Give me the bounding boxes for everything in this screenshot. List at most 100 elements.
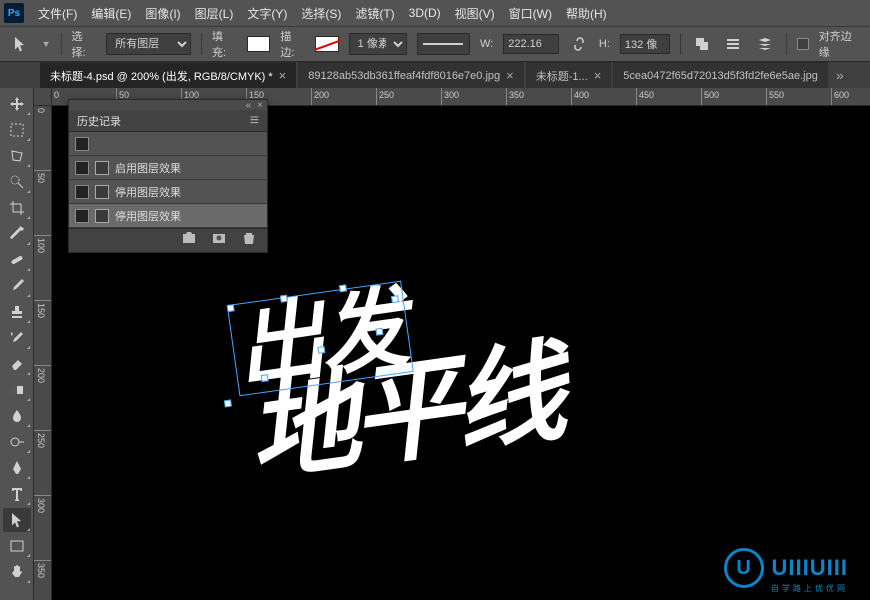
bandage-icon: [9, 252, 25, 268]
watermark: U UIIIUIII 自学路上优优网: [724, 548, 848, 588]
eraser-tool[interactable]: [3, 352, 31, 376]
path-align-button[interactable]: [723, 33, 745, 55]
workspace: 0 50 100 150 200 250 300 350 400 450 500…: [0, 88, 870, 600]
document-icon: [95, 161, 109, 175]
eyedropper-tool[interactable]: [3, 222, 31, 246]
menu-edit[interactable]: 编辑(E): [91, 5, 131, 22]
anchor-point[interactable]: [317, 346, 325, 354]
artwork-text: 出发 地平线: [231, 265, 565, 483]
solid-line-icon: [423, 43, 463, 45]
path-select-tool[interactable]: [3, 508, 31, 532]
move-icon: [9, 96, 25, 112]
watermark-sub: 自学路上优优网: [771, 583, 848, 594]
anchor-point[interactable]: [375, 328, 383, 336]
ruler-vertical[interactable]: 0 50 100 150 200 250 300 350: [34, 106, 52, 600]
camera-icon[interactable]: [211, 230, 227, 251]
shape-tool[interactable]: [3, 534, 31, 558]
anchor-point[interactable]: [280, 295, 288, 303]
width-label: W:: [480, 38, 493, 50]
history-item[interactable]: 停用图层效果: [69, 180, 267, 204]
heal-tool[interactable]: [3, 248, 31, 272]
crop-tool[interactable]: [3, 196, 31, 220]
menu-help[interactable]: 帮助(H): [566, 5, 607, 22]
stamp-icon: [9, 304, 25, 320]
menu-type[interactable]: 文字(Y): [247, 5, 287, 22]
link-icon: [571, 36, 587, 52]
link-wh-button[interactable]: [569, 34, 589, 54]
panel-tab-header: 历史记录 ≡: [69, 110, 267, 132]
ruler-tick: 250: [379, 90, 394, 100]
history-thumb: [75, 137, 89, 151]
history-thumb: [75, 209, 89, 223]
ruler-tick: 150: [36, 303, 46, 318]
doc-tab-2[interactable]: 89128ab53db361ffeaf4fdf8016e7e0.jpg×: [298, 62, 523, 88]
doc-tab-3[interactable]: 未标题-1...×: [526, 62, 612, 88]
history-item[interactable]: 停用图层效果: [69, 204, 267, 228]
stroke-swatch[interactable]: [315, 36, 339, 52]
anchor-point[interactable]: [339, 284, 347, 292]
quick-select-tool[interactable]: [3, 170, 31, 194]
new-snapshot-icon[interactable]: [181, 230, 197, 251]
close-icon[interactable]: ×: [594, 68, 602, 83]
menu-select[interactable]: 选择(S): [301, 5, 341, 22]
path-ops-button[interactable]: [691, 33, 713, 55]
panel-menu-icon[interactable]: ≡: [250, 112, 259, 130]
type-tool[interactable]: [3, 482, 31, 506]
stroke-style-dropdown[interactable]: [417, 33, 470, 55]
menu-window[interactable]: 窗口(W): [509, 5, 552, 22]
panel-title[interactable]: 历史记录: [77, 113, 121, 129]
anchor-point[interactable]: [224, 400, 232, 408]
blur-tool[interactable]: [3, 404, 31, 428]
menu-layer[interactable]: 图层(L): [195, 5, 234, 22]
menu-view[interactable]: 视图(V): [455, 5, 495, 22]
panel-dragbar[interactable]: « ×: [69, 100, 267, 110]
history-brush-tool[interactable]: [3, 326, 31, 350]
options-bar: ▼ 选择: 所有图层 填充: 描边: 1 像素 W: H: 对齐边缘: [0, 26, 870, 62]
rectangle-icon: [9, 538, 25, 554]
history-item[interactable]: 启用图层效果: [69, 156, 267, 180]
ruler-tick: 350: [509, 90, 524, 100]
divider: [680, 33, 681, 55]
doc-tab-4[interactable]: 5cea0472f65d72013d5f3fd2fe6e5ae.jpg: [613, 62, 828, 88]
path-arrange-button[interactable]: [754, 33, 776, 55]
ruler-tick: 0: [54, 90, 59, 100]
align-edges-checkbox[interactable]: [797, 38, 809, 50]
doc-tab-1[interactable]: 未标题-4.psd @ 200% (出发, RGB/8/CMYK) *×: [40, 62, 296, 88]
height-label: H:: [599, 38, 610, 50]
align-edges-label: 对齐边缘: [819, 28, 862, 60]
width-input[interactable]: [503, 34, 559, 54]
anchor-point[interactable]: [227, 304, 235, 312]
hand-tool[interactable]: [3, 560, 31, 584]
ruler-origin[interactable]: [34, 88, 52, 106]
marquee-tool[interactable]: [3, 118, 31, 142]
height-input[interactable]: [620, 34, 670, 54]
tab-overflow-button[interactable]: »: [830, 62, 850, 88]
anchor-point[interactable]: [261, 374, 269, 382]
dodge-tool[interactable]: [3, 430, 31, 454]
stroke-width-dropdown[interactable]: 1 像素: [349, 33, 407, 55]
brush-tool[interactable]: [3, 274, 31, 298]
menu-image[interactable]: 图像(I): [145, 5, 180, 22]
menu-3d[interactable]: 3D(D): [409, 6, 441, 20]
tool-indicator-path-select[interactable]: [8, 32, 32, 56]
ruler-tick: 600: [834, 90, 849, 100]
close-icon[interactable]: ×: [257, 100, 263, 111]
history-item[interactable]: [69, 132, 267, 156]
stamp-tool[interactable]: [3, 300, 31, 324]
ruler-tick: 300: [444, 90, 459, 100]
select-layers-dropdown[interactable]: 所有图层: [106, 33, 191, 55]
fill-swatch[interactable]: [247, 36, 271, 52]
menu-filter[interactable]: 滤镜(T): [355, 5, 394, 22]
chevron-down-icon[interactable]: ▼: [42, 39, 51, 49]
gradient-tool[interactable]: [3, 378, 31, 402]
lasso-tool[interactable]: [3, 144, 31, 168]
close-icon[interactable]: ×: [279, 68, 287, 83]
align-icon: [725, 36, 741, 52]
close-icon[interactable]: ×: [506, 68, 514, 83]
anchor-point[interactable]: [391, 295, 399, 303]
collapse-icon[interactable]: «: [246, 100, 252, 111]
menu-file[interactable]: 文件(F): [38, 5, 77, 22]
move-tool[interactable]: [3, 92, 31, 116]
trash-icon[interactable]: [241, 230, 257, 251]
pen-tool[interactable]: [3, 456, 31, 480]
